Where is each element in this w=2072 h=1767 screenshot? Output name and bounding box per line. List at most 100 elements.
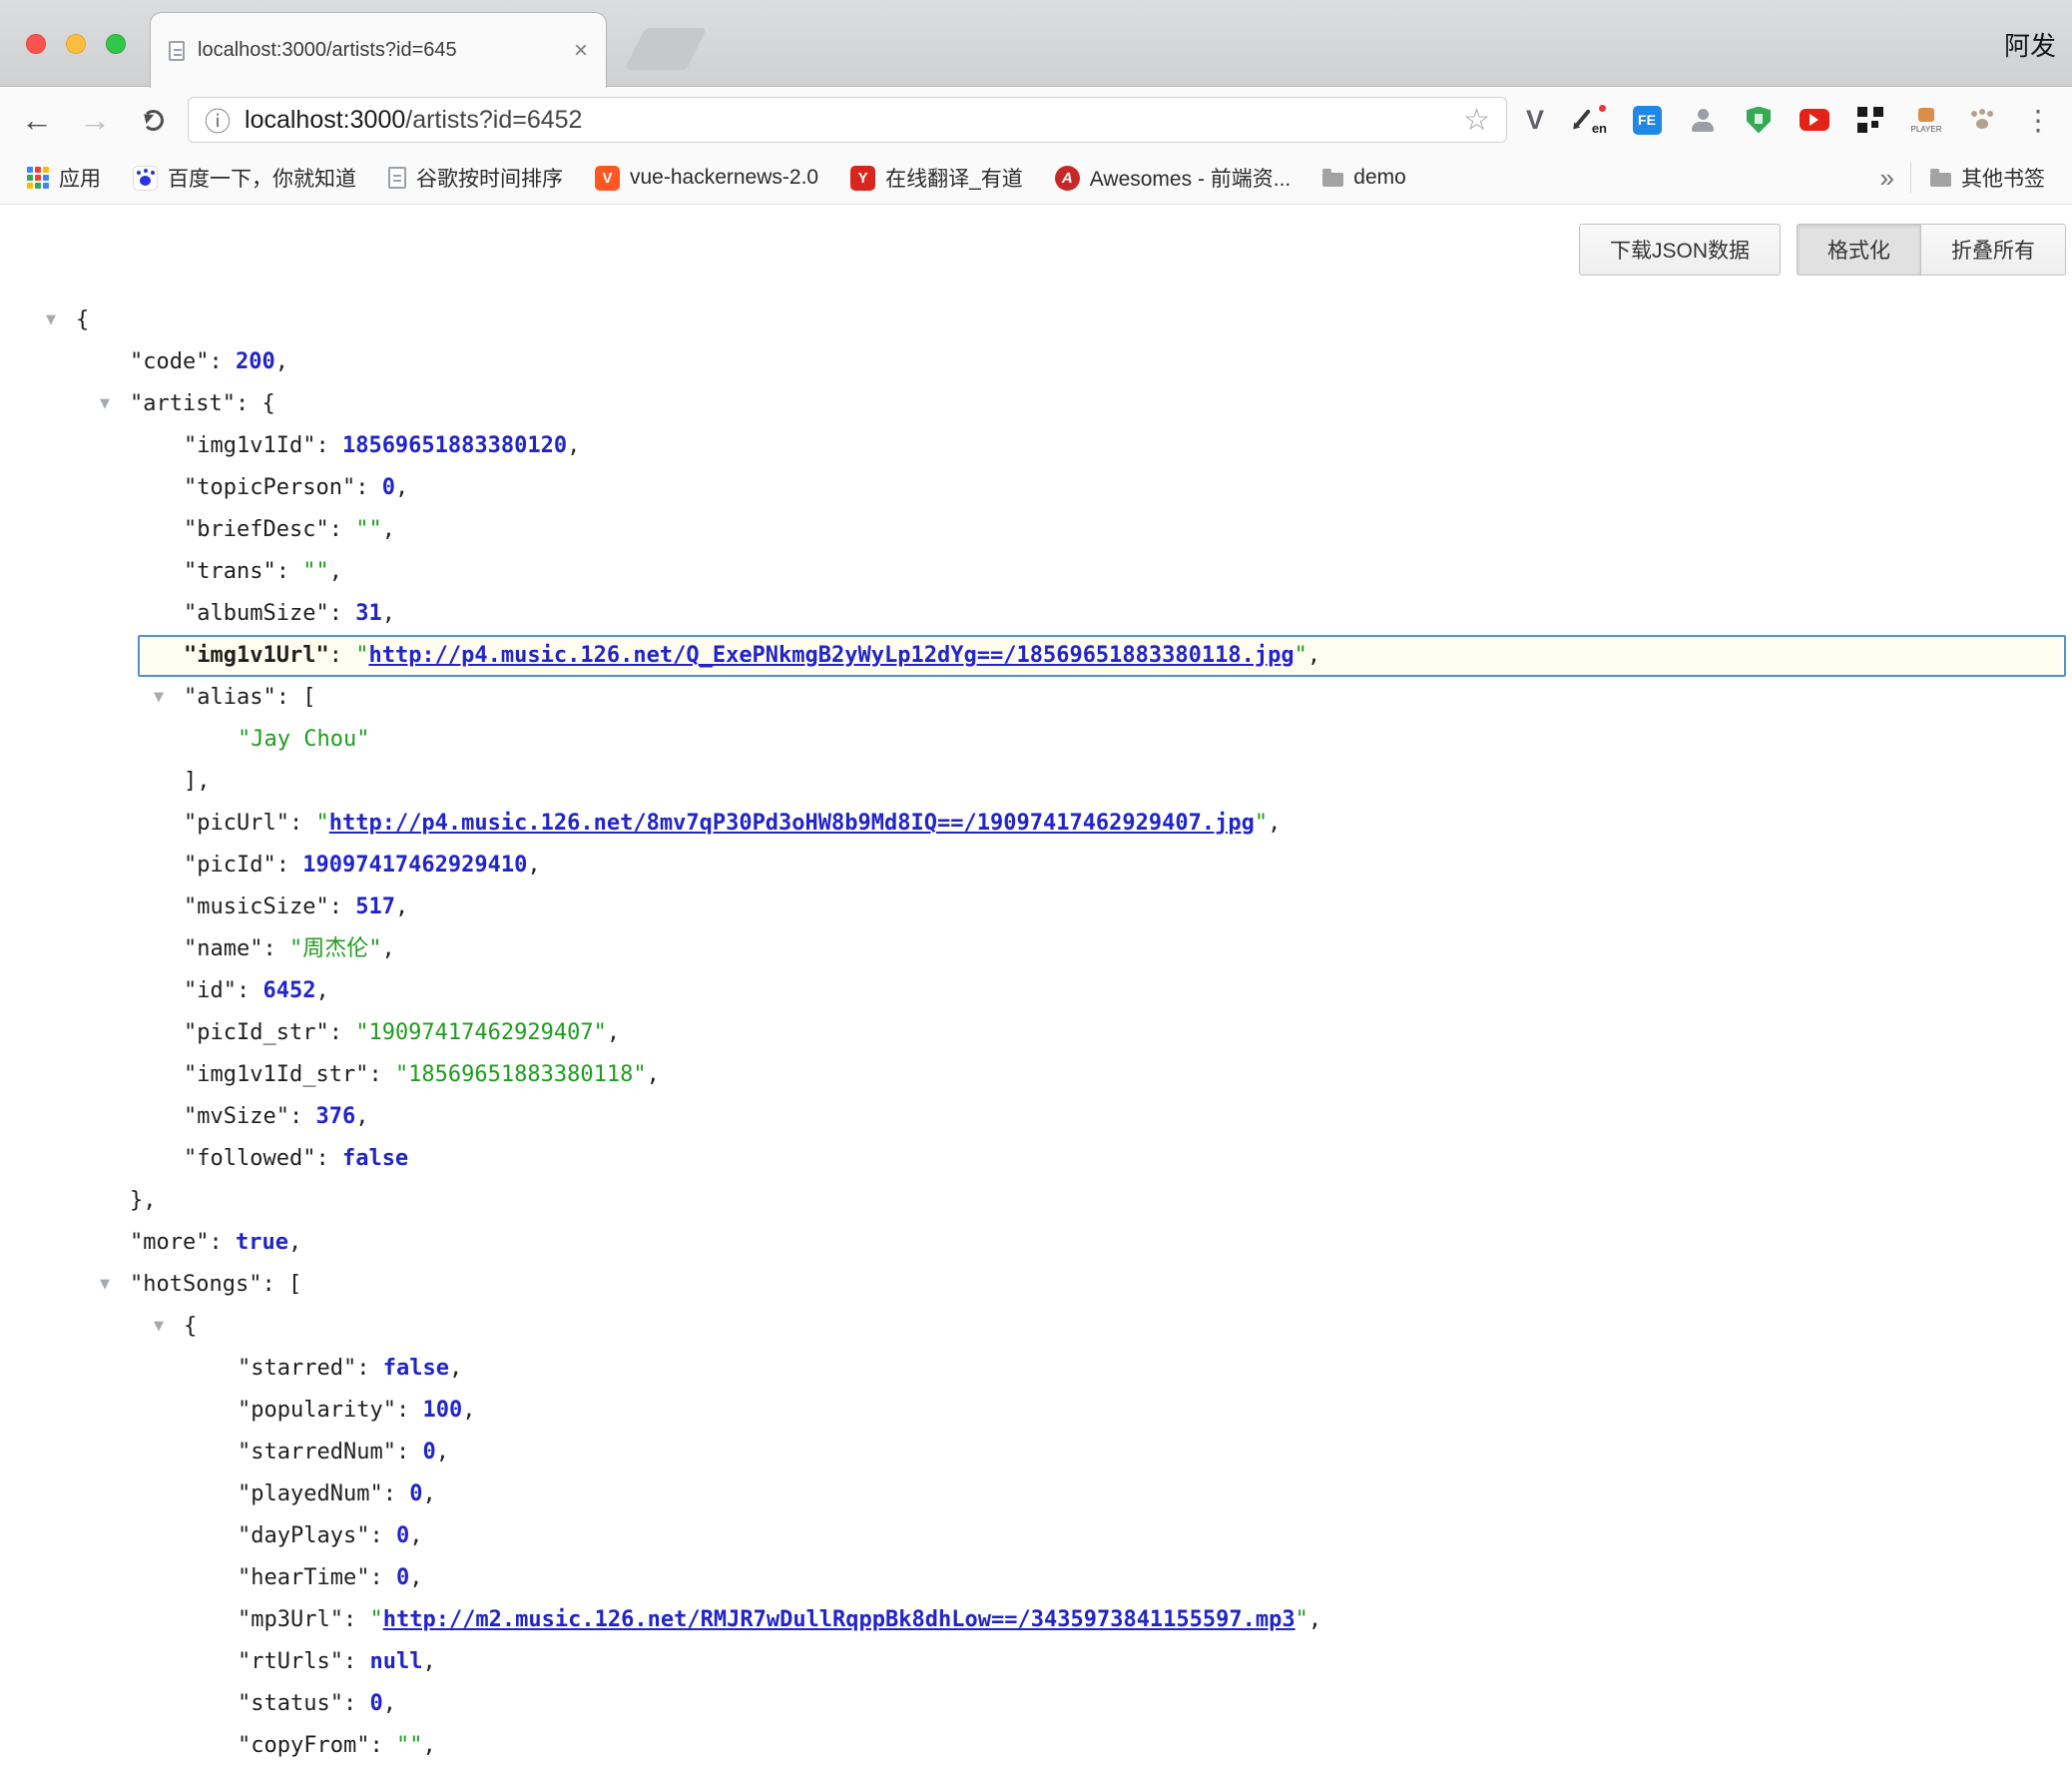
json-token: { xyxy=(261,391,274,416)
other-bookmarks-folder[interactable]: 其他书签 xyxy=(1917,158,2058,198)
person-icon xyxy=(1689,106,1717,134)
json-token: : xyxy=(329,517,356,542)
collapse-triangle-icon[interactable]: ▼ xyxy=(154,1306,164,1348)
json-token: , xyxy=(436,1440,449,1465)
json-token: { xyxy=(184,1314,197,1339)
json-token: "topicPerson" xyxy=(184,475,355,500)
json-line: "img1v1Url": "http://p4.music.126.net/Q_… xyxy=(0,635,2072,677)
json-line: ▼{ xyxy=(0,1306,2072,1348)
window-controls xyxy=(26,34,126,54)
shield-extension-icon[interactable] xyxy=(1743,104,1775,136)
fullscreen-window-button[interactable] xyxy=(106,34,126,54)
shield-icon xyxy=(1747,107,1771,134)
json-token: " xyxy=(355,643,368,668)
red-dot-badge xyxy=(1599,105,1606,112)
json-token: , xyxy=(383,1691,396,1716)
close-window-button[interactable] xyxy=(26,34,46,54)
json-token: " xyxy=(1295,1607,1308,1632)
bookmark-star-icon[interactable]: ☆ xyxy=(1463,103,1490,138)
json-link[interactable]: http://p4.music.126.net/Q_ExePNkmgB2yWyL… xyxy=(368,643,1294,668)
json-link[interactable]: http://m2.music.126.net/RMJR7wDullRqppBk… xyxy=(383,1607,1295,1632)
qr-icon xyxy=(1857,107,1883,133)
json-token: , xyxy=(409,1565,422,1590)
format-button[interactable]: 格式化 xyxy=(1797,224,1921,276)
url-host: localhost:3000 xyxy=(245,106,405,134)
json-link[interactable]: http://p4.music.126.net/8mv7qP30Pd3oHW8b… xyxy=(329,811,1255,836)
json-token: [ xyxy=(288,1272,301,1297)
awesomes-icon: A xyxy=(1055,166,1080,191)
json-token: : xyxy=(209,1230,236,1255)
minimize-window-button[interactable] xyxy=(66,34,86,54)
collapse-triangle-icon[interactable]: ▼ xyxy=(46,299,56,341)
json-token: : xyxy=(329,643,356,668)
json-line: }, xyxy=(0,1180,2072,1222)
fe-extension-icon[interactable]: FE xyxy=(1631,104,1663,136)
back-button[interactable]: ← xyxy=(14,97,60,143)
bookmarks-overflow-chevron[interactable]: » xyxy=(1870,163,1904,194)
json-token: , xyxy=(567,433,580,458)
json-token: : xyxy=(356,1356,383,1381)
json-token: , xyxy=(355,1104,368,1129)
browser-menu-icon[interactable]: ⋮ xyxy=(2022,104,2054,136)
tab-close-icon[interactable]: × xyxy=(574,39,588,63)
bookmark-awesomes[interactable]: A Awesomes - 前端资... xyxy=(1042,158,1304,198)
folder-icon xyxy=(1322,173,1343,187)
json-token: "albumSize" xyxy=(184,601,329,626)
page-info-icon[interactable]: ⓘ xyxy=(205,102,231,139)
json-line: "img1v1Id_str": "18569651883380118", xyxy=(0,1054,2072,1096)
vimium-extension-icon[interactable]: V xyxy=(1519,104,1551,136)
json-token: "popularity" xyxy=(238,1398,396,1423)
json-token: { xyxy=(76,307,89,332)
download-json-button[interactable]: 下载JSON数据 xyxy=(1579,224,1781,276)
bookmark-apps[interactable]: 应用 xyxy=(14,158,114,198)
reload-button[interactable] xyxy=(130,97,176,143)
bookmarks-bar: 应用 百度一下，你就知道 谷歌按时间排序 V vue-hackernews-2.… xyxy=(0,152,2072,205)
paw-extension-icon[interactable] xyxy=(1966,104,1998,136)
profile-name[interactable]: 阿发 xyxy=(2004,26,2056,63)
bookmark-google-sort[interactable]: 谷歌按时间排序 xyxy=(375,158,576,198)
bookmark-vue-hackernews[interactable]: V vue-hackernews-2.0 xyxy=(582,158,831,198)
person-extension-icon[interactable] xyxy=(1687,104,1719,136)
json-token: : xyxy=(276,559,303,584)
json-token: "mp3Url" xyxy=(238,1607,343,1632)
json-token: 6452 xyxy=(262,978,315,1003)
json-token: : xyxy=(329,894,356,919)
qrcode-extension-icon[interactable] xyxy=(1854,104,1886,136)
collapse-all-button[interactable]: 折叠所有 xyxy=(1921,224,2066,276)
translate-extension-icon[interactable]: en xyxy=(1575,104,1607,136)
bookmarks-divider xyxy=(1910,163,1911,193)
json-token: null xyxy=(369,1649,422,1674)
json-token: : xyxy=(276,685,303,710)
player-extension-icon[interactable]: PLAYER xyxy=(1910,104,1942,136)
json-token: , xyxy=(288,1230,301,1255)
url-input[interactable]: localhost:3000/artists?id=6452 xyxy=(245,106,1449,135)
json-token: "picId" xyxy=(184,853,276,878)
youtube-extension-icon[interactable] xyxy=(1799,104,1830,136)
vue-icon: V xyxy=(595,166,620,191)
browser-tab[interactable]: localhost:3000/artists?id=645 × xyxy=(150,12,607,88)
json-token: : xyxy=(289,1104,316,1129)
json-line: "name": "周杰伦", xyxy=(0,928,2072,970)
url-path: /artists?id=6452 xyxy=(405,106,582,134)
json-line: "mp3Url": "http://m2.music.126.net/RMJR7… xyxy=(0,1599,2072,1641)
json-line: "starred": false, xyxy=(0,1348,2072,1390)
bookmark-baidu[interactable]: 百度一下，你就知道 xyxy=(120,158,369,198)
player-icon xyxy=(1918,108,1934,122)
format-toggle-group: 格式化 折叠所有 xyxy=(1797,224,2066,276)
new-tab-button[interactable] xyxy=(625,28,707,70)
json-token: , xyxy=(382,601,395,626)
json-token: " xyxy=(315,811,328,836)
json-token: : xyxy=(369,1733,396,1758)
json-line: ], xyxy=(0,761,2072,803)
bookmark-demo-folder[interactable]: demo xyxy=(1309,158,1419,198)
collapse-triangle-icon[interactable]: ▼ xyxy=(154,677,164,719)
json-token: , xyxy=(422,1649,435,1674)
json-token: : xyxy=(343,1649,370,1674)
page-favicon xyxy=(169,41,185,61)
collapse-triangle-icon[interactable]: ▼ xyxy=(100,1264,110,1306)
bookmark-youdao-translate[interactable]: Y 在线翻译_有道 xyxy=(837,158,1036,198)
collapse-triangle-icon[interactable]: ▼ xyxy=(100,383,110,425)
json-line: "playedNum": 0, xyxy=(0,1473,2072,1515)
json-token: : xyxy=(329,1020,356,1045)
address-bar[interactable]: ⓘ localhost:3000/artists?id=6452 ☆ xyxy=(188,97,1507,143)
